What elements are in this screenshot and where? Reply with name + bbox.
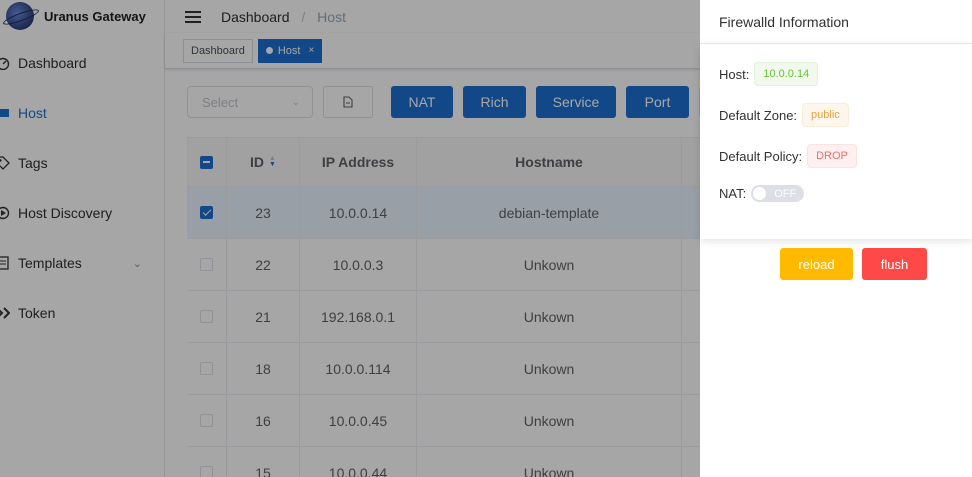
flush-button[interactable]: flush [862, 248, 927, 280]
zone-value-tag: public [802, 103, 849, 127]
firewalld-drawer: Firewalld Information Host: 10.0.0.14 De… [700, 0, 972, 477]
host-row: Host: 10.0.0.14 [719, 62, 819, 86]
zone-label: Default Zone: [719, 107, 798, 123]
nat-label: NAT: [719, 186, 747, 201]
policy-value-tag: DROP [807, 144, 857, 168]
nat-row: NAT: OFF [719, 185, 805, 202]
toggle-knob [753, 187, 767, 200]
toggle-state: OFF [774, 187, 797, 200]
drawer-overlay[interactable] [0, 0, 700, 477]
policy-label: Default Policy: [719, 148, 803, 164]
host-label: Host: [719, 66, 750, 82]
host-value-tag: 10.0.0.14 [754, 62, 819, 86]
zone-row: Default Zone: public [719, 103, 849, 127]
policy-row: Default Policy: DROP [719, 144, 857, 168]
reload-button[interactable]: reload [780, 248, 853, 280]
nat-toggle[interactable]: OFF [751, 185, 805, 202]
firewalld-info-card: Host: 10.0.0.14 Default Zone: public Def… [700, 44, 972, 239]
drawer-title: Firewalld Information [700, 0, 972, 44]
